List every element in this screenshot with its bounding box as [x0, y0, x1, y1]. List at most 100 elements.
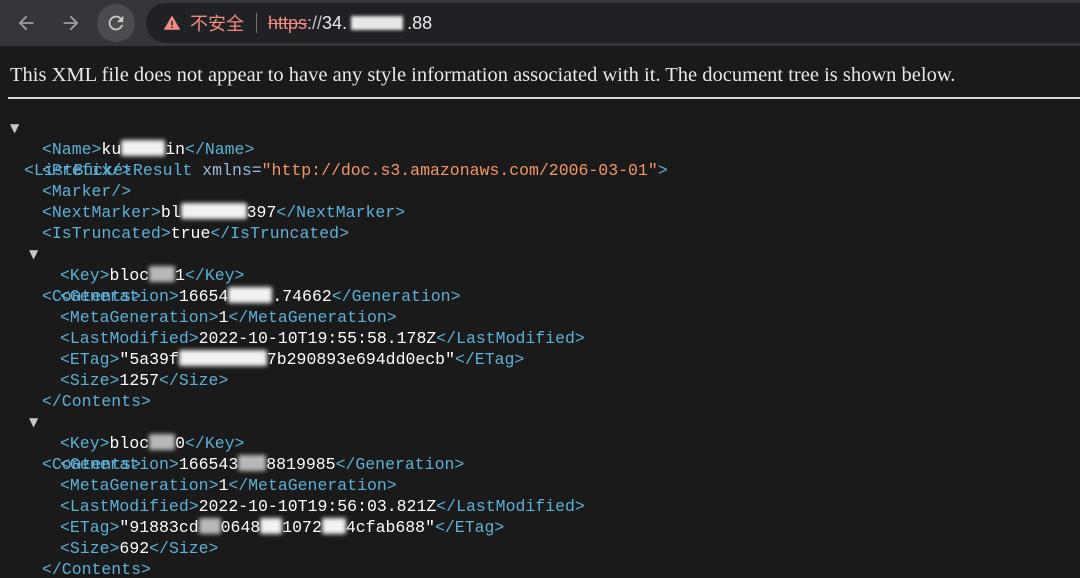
xml-tag: <IsTruncated> — [42, 224, 171, 243]
xml-contents-line: ▼ <Contents> — [0, 244, 141, 306]
xml-text: 1 — [218, 476, 229, 495]
xml-marker-line: <Marker/> — [42, 181, 131, 202]
xml-text: bloc — [109, 434, 150, 453]
xml-istruncated-line: <IsTruncated>true</IsTruncated> — [42, 223, 349, 244]
page-content: This XML file does not appear to have an… — [0, 46, 1080, 578]
xml-etag-line: <ETag>"91883cd 0648 1072 4cfab688"</ETag> — [60, 517, 504, 538]
xml-tag: <NextMarker> — [42, 203, 161, 222]
xml-text: 0 — [175, 434, 186, 453]
warning-icon[interactable] — [163, 14, 181, 32]
xml-text: 0648 — [220, 518, 261, 537]
xml-generation-line: <Generation>166543 8819985</Generation> — [60, 454, 464, 475]
redacted-text — [238, 455, 267, 471]
xml-tag: </Contents> — [42, 392, 151, 411]
xml-text: .74662 — [272, 287, 332, 306]
redacted-text — [198, 518, 221, 534]
xml-tag: <Size> — [60, 371, 120, 390]
xml-text: 4cfab688" — [345, 518, 435, 537]
xml-text: "91883cd — [119, 518, 199, 537]
xml-tag: <MetaGeneration> — [60, 308, 219, 327]
xml-prefix-line: <Prefix/> — [42, 160, 131, 181]
xml-tag: <ETag> — [60, 518, 120, 537]
xml-tag: <Key> — [60, 266, 110, 285]
xml-tag: </Key> — [185, 434, 245, 453]
xml-tag: > — [657, 161, 668, 180]
xml-text: 1257 — [119, 371, 160, 390]
xml-tag: </Generation> — [331, 287, 461, 306]
redacted-host — [351, 16, 404, 30]
redacted-text — [180, 203, 247, 219]
xml-lastmodified-line: <LastModified>2022-10-10T19:55:58.178Z</… — [60, 328, 585, 349]
xml-metageneration-line: <MetaGeneration>1</MetaGeneration> — [60, 475, 397, 496]
xml-tag: </Size> — [159, 371, 229, 390]
xml-tag: </ETag> — [434, 518, 505, 537]
xml-tag: </Size> — [149, 539, 219, 558]
xml-contents-close-line: </Contents> — [42, 559, 151, 578]
xml-tag: </Generation> — [335, 455, 465, 474]
xml-text: 2022-10-10T19:55:58.178Z — [198, 329, 437, 348]
xml-text: 7b290893e694dd0ecb" — [266, 350, 455, 369]
xml-tag: </Key> — [185, 266, 245, 285]
url-scheme: https — [268, 12, 308, 33]
not-secure-label[interactable]: 不安全 — [190, 10, 244, 36]
xml-tag: <LastModified> — [60, 329, 199, 348]
xml-root-line: ▼ <ListBucketResult xmlns="http://doc.s3… — [0, 118, 668, 180]
reload-icon — [108, 15, 124, 31]
xml-metageneration-line: <MetaGeneration>1</MetaGeneration> — [60, 307, 397, 328]
redacted-text — [321, 518, 346, 534]
xml-key-line: <Key>bloc 0</Key> — [60, 433, 244, 454]
xml-text: 1 — [218, 308, 229, 327]
xml-tag: </IsTruncated> — [210, 224, 349, 243]
xml-size-line: <Size>1257</Size> — [60, 370, 228, 391]
redacted-text — [228, 287, 273, 303]
xml-tag: </MetaGeneration> — [228, 308, 397, 327]
arrow-left-icon — [18, 15, 34, 31]
redacted-text — [121, 140, 166, 156]
xml-generation-line: <Generation>16654 .74662</Generation> — [60, 286, 461, 307]
arrow-right-icon — [63, 15, 79, 31]
address-divider — [256, 13, 257, 33]
xml-text: "5a39f — [119, 350, 179, 369]
xml-tag: </Contents> — [42, 560, 151, 578]
xml-text: 16654 — [178, 287, 229, 306]
xml-lastmodified-line: <LastModified>2022-10-10T19:56:03.821Z</… — [60, 496, 585, 517]
xml-text: true — [170, 224, 211, 243]
url-host-start: 34. — [322, 12, 348, 33]
xml-text: 166543 — [178, 455, 239, 474]
collapse-triangle-icon[interactable]: ▼ — [10, 118, 19, 139]
xml-tag: </LastModified> — [436, 329, 585, 348]
xml-text: 692 — [119, 539, 150, 558]
address-bar[interactable]: 不安全 https :// 34. .88 — [146, 3, 1080, 43]
xml-text: bl — [160, 203, 181, 222]
collapse-triangle-icon[interactable]: ▼ — [29, 412, 38, 433]
forward-button[interactable] — [52, 4, 90, 42]
xml-text: 1072 — [282, 518, 322, 537]
xml-tag: <LastModified> — [60, 497, 199, 516]
xml-text: in — [165, 140, 186, 159]
xml-tag: <Prefix/> — [42, 161, 132, 180]
xml-etag-line: <ETag>"5a39f 7b290893e694dd0ecb"</ETag> — [60, 349, 524, 370]
xml-text: ku — [101, 140, 122, 159]
xml-tag: <ETag> — [60, 350, 120, 369]
browser-toolbar: 不安全 https :// 34. .88 — [0, 0, 1080, 46]
xml-tag: </LastModified> — [436, 497, 585, 516]
redacted-text — [178, 350, 267, 366]
notice-divider — [8, 97, 1080, 99]
xml-tag: <Size> — [60, 539, 120, 558]
xml-text: 397 — [246, 203, 277, 222]
collapse-triangle-icon[interactable]: ▼ — [29, 244, 38, 265]
xml-key-line: <Key>bloc 1</Key> — [60, 265, 244, 286]
back-button[interactable] — [7, 4, 45, 42]
reload-button[interactable] — [97, 4, 135, 42]
xml-text: 2022-10-10T19:56:03.821Z — [198, 497, 437, 516]
xml-text: 1 — [175, 266, 186, 285]
redacted-text — [149, 266, 176, 282]
xml-tag: </NextMarker> — [276, 203, 406, 222]
redacted-text — [149, 434, 176, 450]
xml-size-line: <Size>692</Size> — [60, 538, 218, 559]
xml-style-notice: This XML file does not appear to have an… — [10, 64, 956, 86]
xml-tag: </Name> — [185, 140, 255, 159]
xml-contents-close-line: </Contents> — [42, 391, 151, 412]
redacted-text — [260, 518, 283, 534]
xml-tag: </ETag> — [454, 350, 525, 369]
